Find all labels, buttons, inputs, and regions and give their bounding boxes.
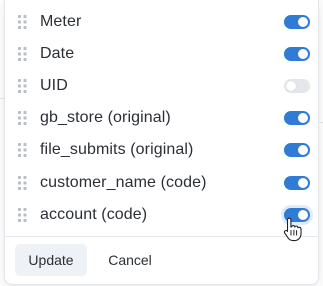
drag-handle-icon[interactable] — [18, 15, 28, 30]
column-row-meter[interactable]: Meter — [5, 6, 318, 38]
column-row-gb-store[interactable]: gb_store (original) — [5, 102, 318, 134]
toggle-knob — [286, 81, 296, 92]
column-label: UID — [40, 77, 68, 95]
toggle-knob — [298, 145, 308, 156]
column-visibility-panel: Meter Date UID gb_store (original) file_… — [4, 0, 319, 285]
toggle-knob — [298, 177, 308, 188]
column-label: Date — [40, 45, 75, 63]
toggle-knob — [298, 209, 308, 220]
drag-handle-icon[interactable] — [18, 47, 28, 62]
column-row-customer-name[interactable]: customer_name (code) — [5, 166, 318, 198]
drag-handle-icon[interactable] — [18, 207, 28, 222]
toggle-knob — [298, 17, 308, 28]
drag-handle-icon[interactable] — [18, 111, 28, 126]
update-button[interactable]: Update — [15, 244, 87, 276]
drag-handle-icon[interactable] — [18, 175, 28, 190]
column-toggle[interactable] — [284, 15, 310, 30]
column-toggle[interactable] — [284, 143, 310, 158]
column-row-account[interactable]: account (code) — [5, 199, 318, 231]
column-toggle[interactable] — [284, 207, 310, 222]
column-toggle[interactable] — [284, 111, 310, 126]
column-row-date[interactable]: Date — [5, 38, 318, 70]
column-toggle[interactable] — [284, 175, 310, 190]
column-label: gb_store (original) — [40, 109, 171, 127]
column-toggle[interactable] — [284, 47, 310, 62]
column-list: Meter Date UID gb_store (original) file_… — [5, 6, 318, 231]
footer-divider — [5, 236, 318, 237]
column-label: customer_name (code) — [40, 173, 207, 191]
column-label: account (code) — [40, 205, 148, 223]
column-row-file-submits[interactable]: file_submits (original) — [5, 134, 318, 166]
column-toggle[interactable] — [284, 79, 310, 94]
drag-handle-icon[interactable] — [18, 143, 28, 158]
toggle-knob — [298, 49, 308, 60]
cancel-button[interactable]: Cancel — [97, 244, 163, 276]
toggle-knob — [298, 113, 308, 124]
column-row-uid[interactable]: UID — [5, 70, 318, 102]
column-label: Meter — [40, 13, 82, 31]
drag-handle-icon[interactable] — [18, 79, 28, 94]
column-label: file_submits (original) — [40, 141, 194, 159]
